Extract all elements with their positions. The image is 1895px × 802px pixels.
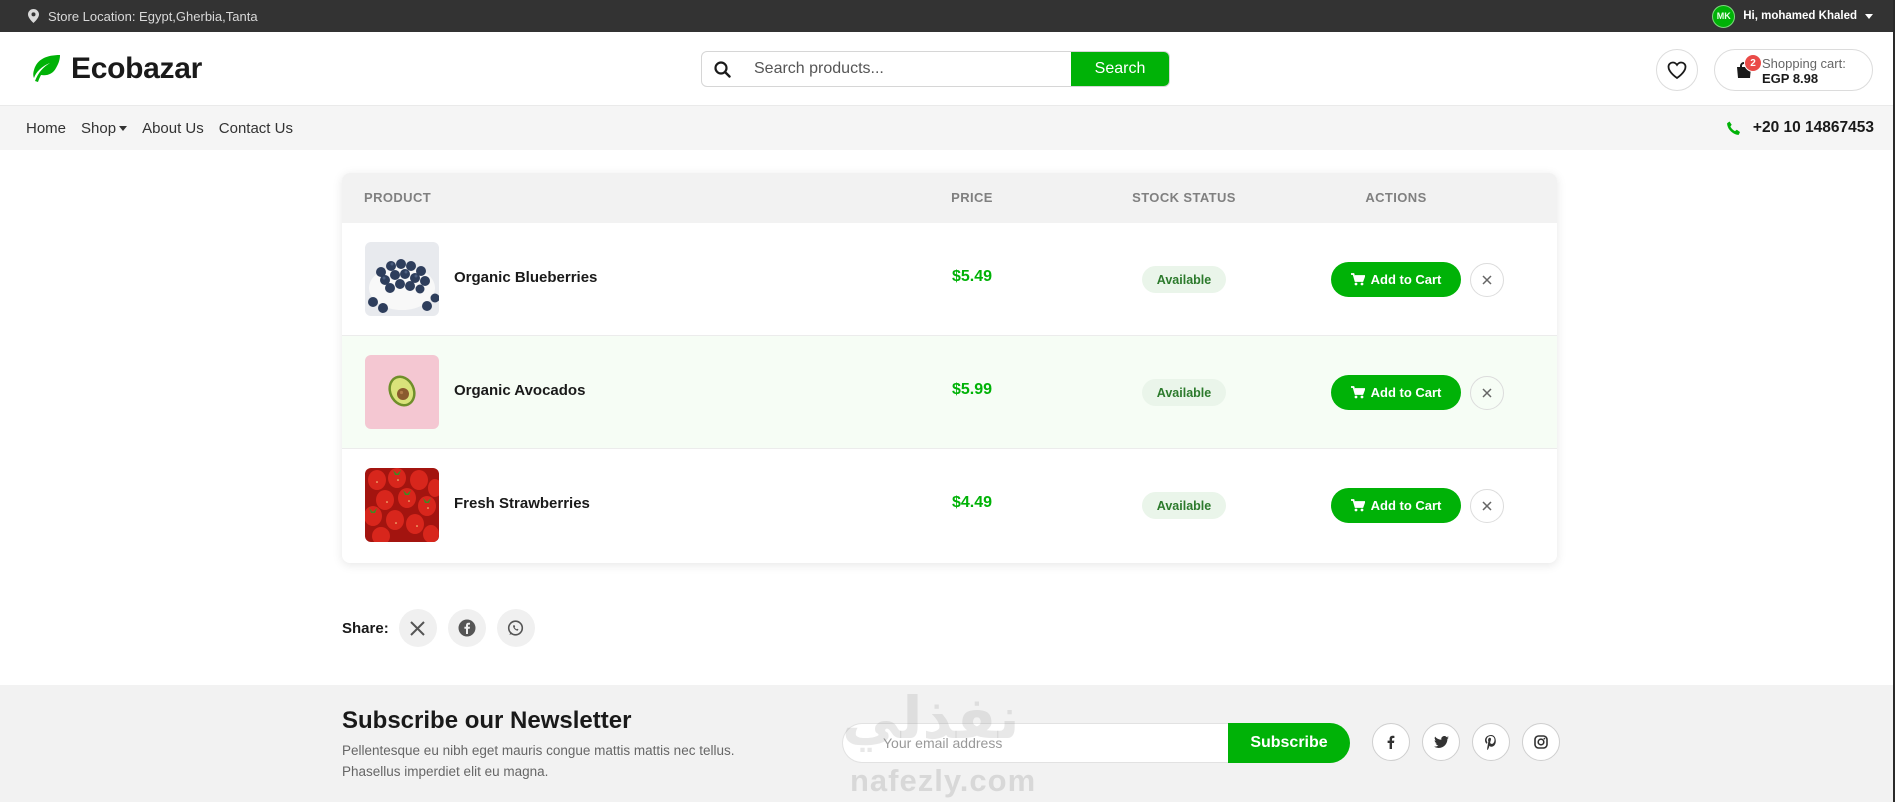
twitter-icon [1433,735,1449,748]
avatar: MK [1712,4,1736,28]
subscribe-button[interactable]: Subscribe [1228,723,1350,763]
nav-item-contact[interactable]: Contact Us [219,120,293,137]
nav-item-home[interactable]: Home [26,120,66,137]
share-whatsapp-button[interactable] [496,609,535,647]
col-product: PRODUCT [364,190,432,205]
social-twitter-button[interactable] [1422,723,1460,761]
product-image-avocados[interactable] [365,355,439,429]
col-actions: ACTIONS [1365,190,1427,205]
nav-item-shop-label: Shop [81,119,117,137]
shopping-cart-button[interactable]: 2 Shopping cart: EGP 8.98 [1714,49,1873,91]
remove-button[interactable] [1470,376,1504,410]
add-to-cart-label: Add to Cart [1370,385,1442,400]
facebook-icon [1387,735,1395,749]
user-greeting: Hi, mohamed Khaled [1743,10,1857,22]
table-row: Organic Avocados $5.99 Available Add to … [342,336,1557,449]
cart-icon [1350,273,1365,286]
newsletter-text: Pellentesque eu nibh eget mauris congue … [342,743,735,779]
product-price: $5.99 [951,381,993,398]
search-icon [702,52,742,86]
store-location: Store Location: Egypt,Gherbia,Tanta [28,9,258,24]
share-label: Share: [342,619,389,637]
location-pin-icon [28,9,39,23]
product-image-strawberries[interactable] [365,468,439,542]
social-pinterest-button[interactable] [1472,723,1510,761]
cart-icon [1350,499,1365,512]
add-to-cart-label: Add to Cart [1370,272,1442,287]
nav-item-shop[interactable]: Shop [81,119,128,137]
caret-down-icon [119,125,128,131]
social-instagram-button[interactable] [1522,723,1560,761]
table-header: PRODUCT PRICE STOCK STATUS ACTIONS [342,173,1557,223]
cart-icon [1350,386,1365,399]
add-to-cart-label: Add to Cart [1370,498,1442,513]
search-input[interactable] [742,52,1071,86]
phone-contact[interactable]: +20 10 14867453 [1726,119,1874,137]
table-row: Fresh Strawberries $4.49 Available Add t… [342,449,1557,562]
store-location-text: Store Location: Egypt,Gherbia,Tanta [48,8,258,24]
share-bar: Share: [342,609,546,647]
nav-item-about[interactable]: About Us [142,120,204,137]
stock-status-badge: Available [1142,492,1226,519]
search-button[interactable]: Search [1071,52,1169,86]
x-twitter-icon [410,620,425,636]
header: Ecobazar Search 2 Shopping cart: EGP 8.9… [0,32,1895,106]
pinterest-icon [1485,734,1496,750]
stock-status-badge: Available [1142,379,1226,406]
table-row: Organic Blueberries $5.49 Available Add … [342,223,1557,336]
newsletter-title: Subscribe our Newsletter [342,707,632,734]
product-image-blueberries[interactable] [365,242,439,316]
heart-icon [1667,61,1687,79]
facebook-icon [458,619,476,637]
logo-text: Ecobazar [71,52,202,85]
phone-icon [1726,121,1740,135]
wishlist-button[interactable] [1656,49,1698,91]
instagram-icon [1534,735,1548,749]
main-nav: Home Shop About Us Contact Us +20 10 148… [0,106,1895,150]
col-stock-status: STOCK STATUS [1132,190,1236,205]
leaf-logo-icon [33,55,60,82]
remove-button[interactable] [1470,489,1504,523]
stock-status-badge: Available [1142,266,1226,293]
cart-total: EGP 8.98 [1762,71,1819,86]
remove-button[interactable] [1470,263,1504,297]
wishlist-table: PRODUCT PRICE STOCK STATUS ACTIONS Organ… [342,173,1557,563]
caret-down-icon [1865,13,1873,19]
product-price: $5.49 [951,268,993,285]
add-to-cart-button[interactable]: Add to Cart [1331,262,1461,297]
share-x-button[interactable] [398,609,437,647]
top-bar: Store Location: Egypt,Gherbia,Tanta MK H… [0,0,1895,32]
close-icon [1482,501,1492,511]
social-links [1372,723,1560,761]
add-to-cart-button[interactable]: Add to Cart [1331,488,1461,523]
user-menu[interactable]: MK Hi, mohamed Khaled [1712,4,1873,28]
cart-label: Shopping cart: [1762,56,1846,71]
search-bar: Search [701,51,1170,87]
close-icon [1482,388,1492,398]
product-price: $4.49 [951,494,993,511]
social-facebook-button[interactable] [1372,723,1410,761]
product-name[interactable]: Organic Avocados [454,382,585,399]
close-icon [1482,275,1492,285]
watermark-arabic: نفذلي [842,684,1020,752]
whatsapp-icon [508,619,524,636]
col-price: PRICE [951,190,993,205]
phone-number: +20 10 14867453 [1752,119,1874,136]
product-name[interactable]: Organic Blueberries [454,269,597,286]
watermark-text: nafezly.com [850,763,1037,798]
share-facebook-button[interactable] [447,609,486,647]
add-to-cart-button[interactable]: Add to Cart [1331,375,1461,410]
product-name[interactable]: Fresh Strawberries [454,495,590,512]
cart-count-badge: 2 [1744,54,1762,72]
logo[interactable]: Ecobazar [29,52,202,86]
